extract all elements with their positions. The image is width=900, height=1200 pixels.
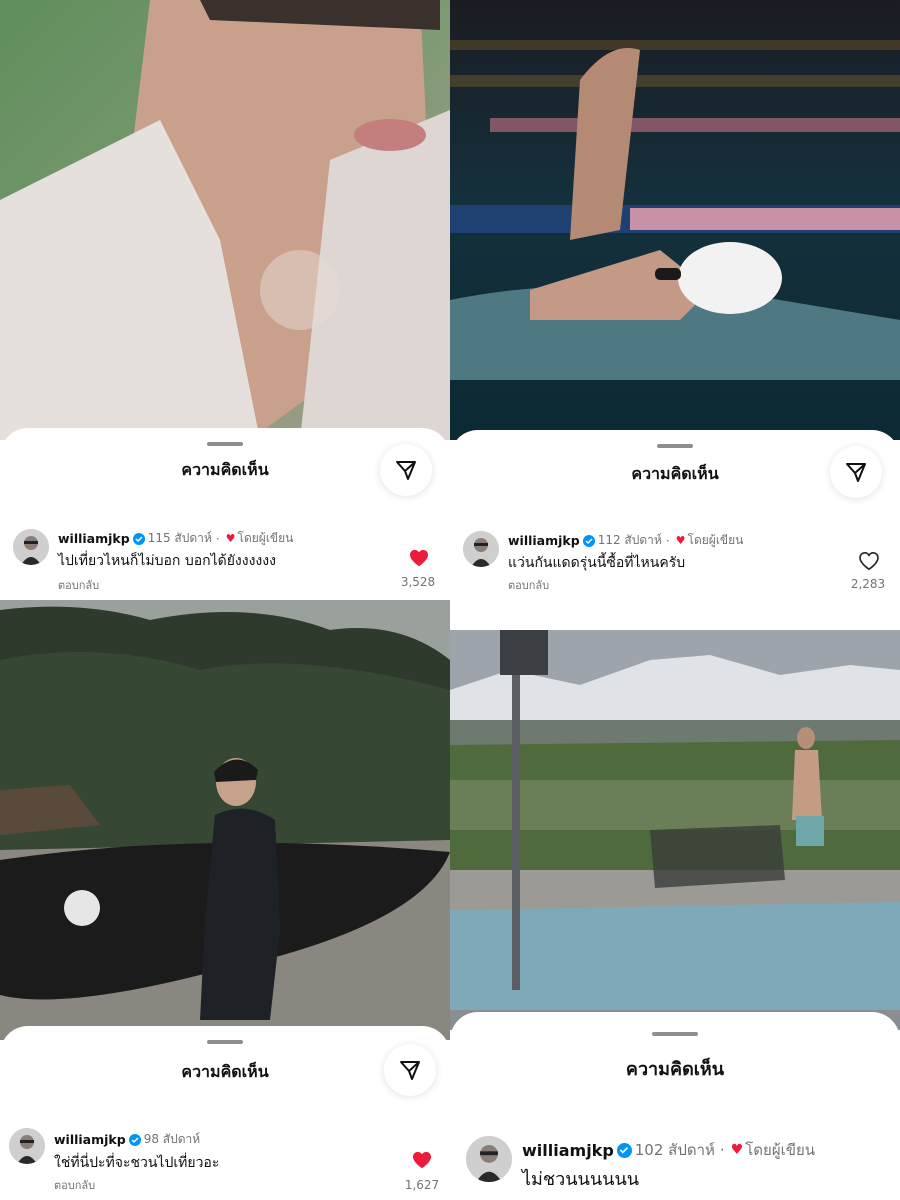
heart-outline-icon[interactable]	[859, 552, 879, 570]
comments-sheet: ความคิดเห็น williamjkp 98 สัปดาห์ ใช่ที่…	[0, 1026, 450, 1200]
comment-text: ใช่ที่นี่ปะที่จะชวนไปเที่ยวอะ	[54, 1155, 220, 1171]
sheet-grabber[interactable]	[207, 1040, 243, 1044]
comment-time: 115 สัปดาห์	[147, 531, 212, 545]
username[interactable]: williamjkp	[508, 533, 580, 548]
comment-time: 98 สัปดาห์	[143, 1132, 201, 1146]
sheet-title: ความคิดเห็น	[625, 1059, 725, 1080]
username[interactable]: williamjkp	[58, 531, 130, 546]
liked-by-author: โดยผู้เขียน	[745, 1141, 816, 1159]
share-button[interactable]	[830, 446, 882, 498]
comment-meta: williamjkp 112 สัปดาห์ · ♥ โดยผู้เขียน	[508, 531, 743, 550]
post-photo-surfboard-beach	[0, 600, 450, 1040]
paper-plane-icon	[846, 463, 866, 482]
comment-meta: williamjkp 98 สัปดาห์	[54, 1130, 200, 1149]
like-count: 3,528	[400, 575, 436, 589]
post-photo-mountain-pool	[450, 630, 900, 1030]
comment-time: 112 สัปดาห์	[597, 533, 662, 547]
liked-by-author: โดยผู้เขียน	[687, 533, 744, 547]
meta-separator: ·	[719, 1141, 725, 1159]
reply-button[interactable]: ตอบกลับ	[508, 576, 549, 594]
heart-filled-icon[interactable]	[412, 1151, 432, 1169]
author-like-heart-icon: ♥	[675, 534, 686, 547]
heart-filled-icon[interactable]	[409, 549, 429, 567]
comment-panel-4: ความคิดเห็น williamjkp 102 สัปดาห์ · ♥ โ…	[450, 630, 900, 1200]
reply-button[interactable]: ตอบกลับ	[58, 576, 99, 594]
username[interactable]: williamjkp	[54, 1132, 126, 1147]
post-photo-wet-portrait	[0, 0, 450, 440]
sheet-grabber[interactable]	[207, 442, 243, 446]
reply-button[interactable]: ตอบกลับ	[54, 1176, 95, 1194]
sheet-grabber[interactable]	[652, 1032, 698, 1036]
verified-badge-icon	[616, 1142, 632, 1158]
post-photo-swimmer	[450, 0, 900, 440]
sheet-grabber[interactable]	[657, 444, 693, 448]
comment-text: แว่นกันแดดรุ่นนี้ซื้อที่ไหนครับ	[508, 555, 686, 571]
sheet-title: ความคิดเห็น	[181, 1062, 269, 1081]
comment-panel-3: ความคิดเห็น williamjkp 98 สัปดาห์ ใช่ที่…	[0, 600, 450, 1200]
username[interactable]: williamjkp	[522, 1141, 614, 1160]
comment-panel-1: ความคิดเห็น williamjkp 115 สัปดาห์ · ♥ โ…	[0, 0, 450, 600]
paper-plane-icon	[400, 1061, 420, 1080]
liked-by-author: โดยผู้เขียน	[237, 531, 294, 545]
like-count: 1,627	[404, 1178, 440, 1192]
author-like-heart-icon: ♥	[730, 1142, 744, 1158]
verified-badge-icon	[132, 532, 145, 545]
meta-separator: ·	[665, 533, 670, 548]
avatar[interactable]	[463, 531, 499, 567]
share-button[interactable]	[380, 444, 432, 496]
like-count: 2,283	[850, 577, 886, 591]
avatar[interactable]	[466, 1136, 512, 1182]
paper-plane-icon	[396, 461, 416, 480]
verified-badge-icon	[128, 1133, 141, 1146]
verified-badge-icon	[582, 534, 595, 547]
author-like-heart-icon: ♥	[225, 532, 236, 545]
comment-meta: williamjkp 102 สัปดาห์ · ♥ โดยผู้เขียน	[522, 1138, 815, 1162]
comment-text: ไปเที่ยวไหนก็ไม่บอก บอกได้ยังงงงงง	[58, 553, 276, 569]
comment-time: 102 สัปดาห์	[634, 1141, 715, 1159]
comments-sheet: ความคิดเห็น williamjkp 102 สัปดาห์ · ♥ โ…	[450, 1012, 900, 1200]
comment-meta: williamjkp 115 สัปดาห์ · ♥ โดยผู้เขียน	[58, 529, 293, 548]
comments-sheet: ความคิดเห็น williamjkp 115 สัปดาห์ · ♥ โ…	[0, 428, 450, 600]
comment-panel-2: ความคิดเห็น williamjkp 112 สัปดาห์ · ♥ โ…	[450, 0, 900, 630]
meta-separator: ·	[215, 531, 220, 546]
avatar[interactable]	[13, 529, 49, 565]
comments-sheet: ความคิดเห็น williamjkp 112 สัปดาห์ · ♥ โ…	[450, 430, 900, 630]
comment-text: ไม่ชวนนนนนน	[522, 1169, 640, 1190]
share-button[interactable]	[384, 1044, 436, 1096]
avatar[interactable]	[9, 1128, 45, 1164]
